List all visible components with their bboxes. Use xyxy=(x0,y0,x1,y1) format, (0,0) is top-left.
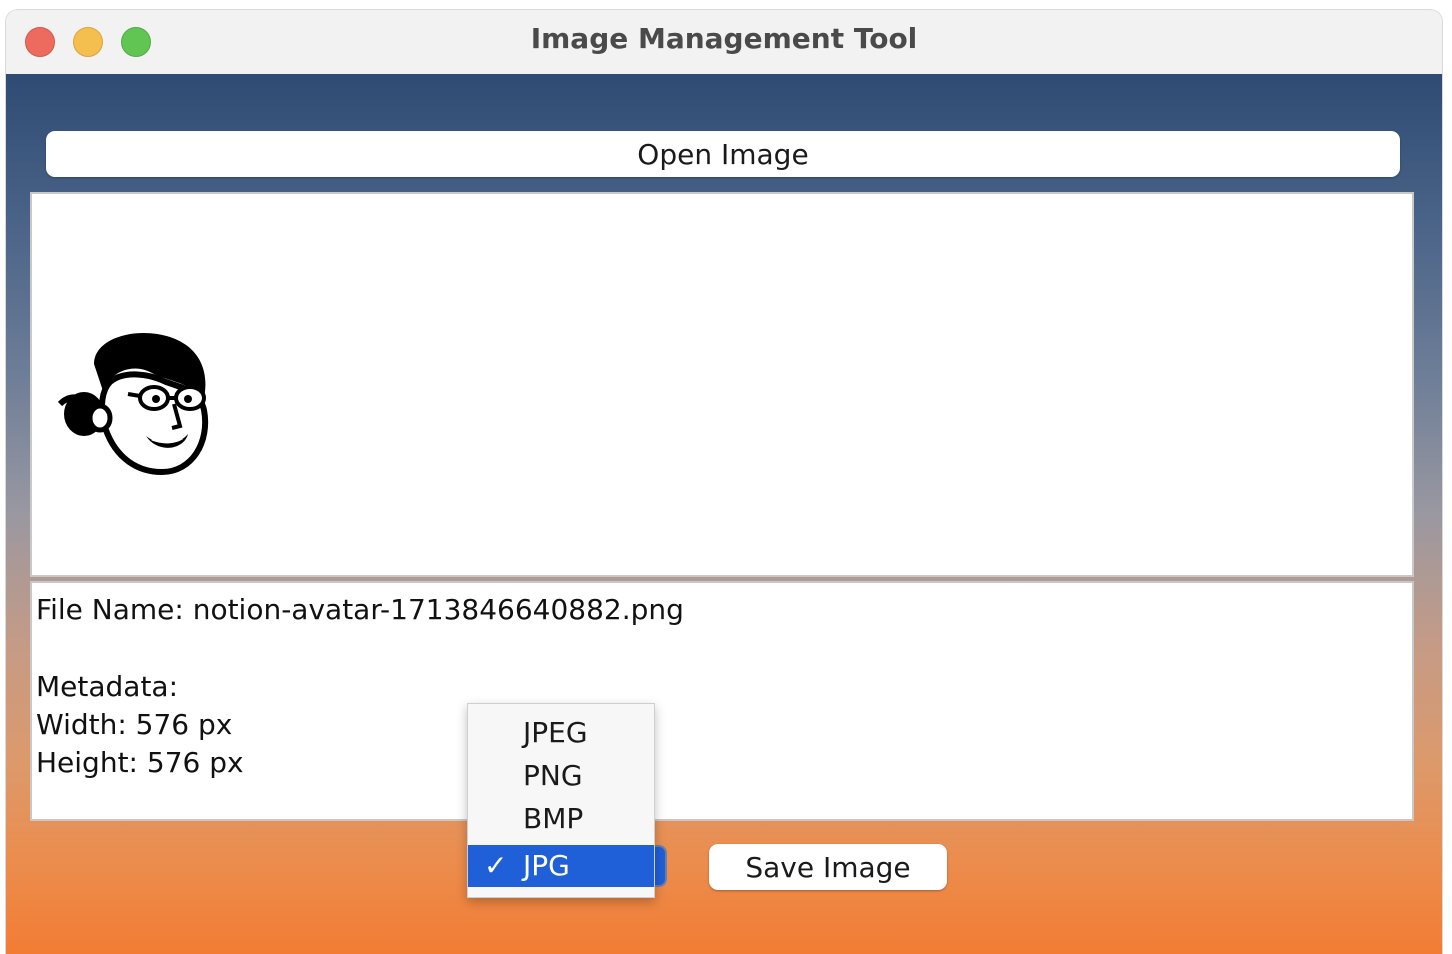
app-window: Image Management Tool Open Image File Na… xyxy=(6,10,1442,954)
window-title: Image Management Tool xyxy=(530,22,918,55)
avatar-face-icon xyxy=(57,333,209,476)
format-option-jpeg[interactable]: JPEG xyxy=(468,712,654,754)
format-option-png[interactable]: PNG xyxy=(468,755,654,797)
format-option-jpg[interactable]: ✓ JPG xyxy=(468,845,654,887)
open-image-button[interactable]: Open Image xyxy=(46,131,1400,177)
format-option-label: JPG xyxy=(523,849,570,882)
checkmark-icon: ✓ xyxy=(484,849,508,882)
format-dropdown-menu: JPEG PNG BMP ✓ JPG xyxy=(467,703,655,898)
format-option-label: JPEG xyxy=(523,716,588,749)
format-option-label: BMP xyxy=(523,802,584,835)
main-content: Open Image File Name: notion-avatar-1713… xyxy=(6,74,1442,954)
title-bar: Image Management Tool xyxy=(6,10,1442,75)
file-info-panel: File Name: notion-avatar-1713846640882.p… xyxy=(30,581,1414,821)
file-name-text: File Name: notion-avatar-1713846640882.p… xyxy=(36,593,684,626)
save-image-button[interactable]: Save Image xyxy=(709,844,947,890)
width-text: Width: 576 px xyxy=(36,708,233,741)
image-preview-panel xyxy=(30,192,1414,577)
metadata-header: Metadata: xyxy=(36,670,179,703)
format-option-label: PNG xyxy=(523,759,583,792)
height-text: Height: 576 px xyxy=(36,746,244,779)
format-option-bmp[interactable]: BMP xyxy=(468,798,654,840)
